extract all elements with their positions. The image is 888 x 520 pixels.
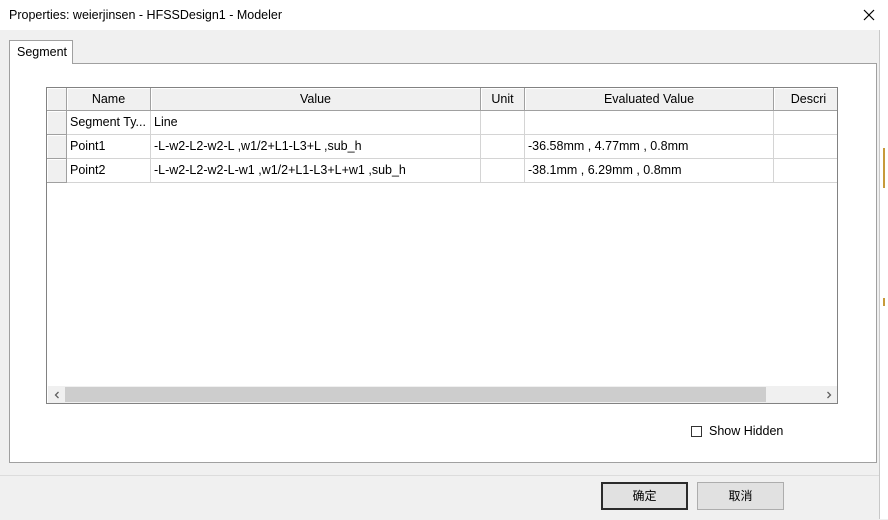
cell-value[interactable]: Line [151, 111, 481, 135]
cell-unit[interactable] [481, 111, 525, 135]
chevron-left-icon [54, 391, 59, 398]
close-icon [863, 9, 875, 21]
cell-value[interactable]: -L-w2-L2-w2-L-w1 ,w1/2+L1-L3+L+w1 ,sub_h [151, 159, 481, 183]
cell-evaluated-value [525, 111, 774, 135]
tab-segment[interactable]: Segment [9, 40, 73, 64]
cell-value[interactable]: -L-w2-L2-w2-L ,w1/2+L1-L3+L ,sub_h [151, 135, 481, 159]
column-header-name[interactable]: Name [67, 88, 151, 111]
cell-evaluated-value: -38.1mm , 6.29mm , 0.8mm [525, 159, 774, 183]
properties-grid: Name Value Unit Evaluated Value Descri S… [46, 87, 838, 404]
cell-name[interactable]: Point2 [67, 159, 151, 183]
cell-name[interactable]: Segment Ty... [67, 111, 151, 135]
close-button[interactable] [850, 0, 888, 30]
scroll-left-button[interactable] [48, 386, 65, 403]
column-header-evaluated-value[interactable]: Evaluated Value [525, 88, 774, 111]
scroll-right-button[interactable] [820, 386, 837, 403]
cell-description[interactable] [774, 111, 837, 135]
show-hidden-checkbox[interactable] [691, 426, 702, 437]
cell-unit[interactable] [481, 159, 525, 183]
row-header[interactable] [47, 159, 67, 183]
chevron-right-icon [826, 391, 831, 398]
background-window-edge [879, 30, 888, 519]
column-header-unit[interactable]: Unit [481, 88, 525, 111]
scroll-thumb[interactable] [65, 387, 766, 402]
cell-name[interactable]: Point1 [67, 135, 151, 159]
corner-header [47, 88, 67, 111]
column-header-description[interactable]: Descri [774, 88, 837, 111]
ok-button[interactable]: 确定 [601, 482, 688, 510]
cell-unit[interactable] [481, 135, 525, 159]
cell-evaluated-value: -36.58mm , 4.77mm , 0.8mm [525, 135, 774, 159]
tab-label: Segment [17, 45, 68, 59]
column-header-value[interactable]: Value [151, 88, 481, 111]
show-hidden-label[interactable]: Show Hidden [709, 424, 783, 438]
cancel-button[interactable]: 取消 [697, 482, 784, 510]
cell-description[interactable] [774, 159, 837, 183]
horizontal-scrollbar[interactable] [48, 386, 837, 403]
title-bar: Properties: weierjinsen - HFSSDesign1 - … [0, 0, 888, 30]
row-header[interactable] [47, 111, 67, 135]
row-header[interactable] [47, 135, 67, 159]
window-title: Properties: weierjinsen - HFSSDesign1 - … [9, 8, 283, 22]
cell-description[interactable] [774, 135, 837, 159]
